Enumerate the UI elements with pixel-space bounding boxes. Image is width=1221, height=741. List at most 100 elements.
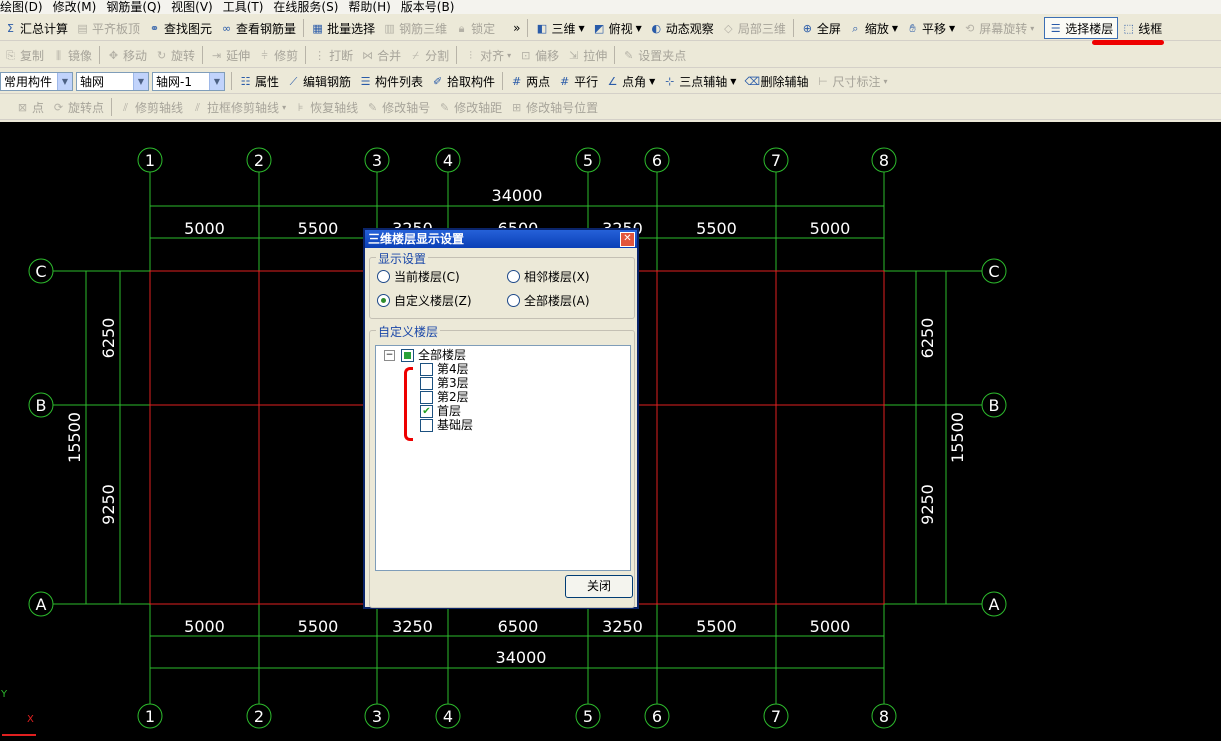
view-rebar-button[interactable]: ∞ 查看钢筋量 (216, 18, 300, 38)
axis-label-col: 5 (583, 151, 593, 170)
three-point-aux-button[interactable]: ⊹ 三点辅轴 ▼ (659, 71, 740, 91)
tree-root-all-floors[interactable]: − 全部楼层 (384, 348, 466, 362)
radio-adjacent-floor[interactable]: 相邻楼层(X) (507, 268, 590, 285)
top-view-button[interactable]: ◩ 俯视 ▼ (589, 18, 646, 38)
rebar-3d-button[interactable]: ▥ 钢筋三维 (379, 18, 451, 38)
floor-item-first[interactable]: ✔ 首层 (420, 404, 461, 418)
floor-item-foundation[interactable]: 基础层 (420, 418, 473, 432)
floor-checkbox-checked[interactable]: ✔ (420, 404, 433, 418)
view-3d-button[interactable]: ◧ 三维 ▼ (531, 18, 588, 38)
lock-icon: 🔒︎ (458, 21, 465, 35)
select-floor-button[interactable]: ☰ 选择楼层 (1044, 17, 1119, 39)
summary-button[interactable]: Σ 汇总计算 (0, 18, 72, 38)
menu-tools[interactable]: 工具(T) (223, 0, 264, 14)
rotate-point-button[interactable]: ⟳ 旋转点 (48, 97, 108, 117)
modify-axis-number-button[interactable]: ✎ 修改轴号 (362, 97, 434, 117)
screen-rotate-button[interactable]: ⟲ 屏幕旋转 ▾ (959, 18, 1038, 38)
move-button[interactable]: ✥ 移动 (103, 45, 151, 65)
floor-layers-icon: ☰ (1050, 21, 1061, 35)
floor-item-4[interactable]: 第4层 (420, 362, 469, 376)
set-grip-button[interactable]: ✎ 设置夹点 (618, 45, 690, 65)
menu-help[interactable]: 帮助(H) (348, 0, 390, 14)
floor-item-3[interactable]: 第3层 (420, 376, 469, 390)
floor-item-2[interactable]: 第2层 (420, 390, 469, 404)
copy-button[interactable]: ⎘ 复制 (0, 45, 48, 65)
collapse-icon[interactable]: − (384, 349, 395, 361)
menu-modify[interactable]: 修改(M) (53, 0, 97, 14)
menu-online[interactable]: 在线服务(S) (273, 0, 338, 14)
more-button[interactable]: » (509, 18, 524, 38)
restore-axis-button[interactable]: ⊧ 恢复轴线 (290, 97, 362, 117)
dimension-button[interactable]: ⊢ 尺寸标注 ▾ (812, 71, 891, 91)
extend-button[interactable]: ⇥ 延伸 (206, 45, 254, 65)
merge-icon: ⋈ (362, 48, 374, 62)
sigma-icon: Σ (7, 21, 14, 35)
point-button[interactable]: ⊠ 点 (12, 97, 48, 117)
menu-version[interactable]: 版本号(B) (401, 0, 455, 14)
dimension-total-bottom: 34000 (496, 648, 547, 667)
separator (792, 19, 794, 37)
axis-label-col: 3 (372, 151, 382, 170)
merge-button[interactable]: ⋈ 合并 (357, 45, 405, 65)
axis-label-row: A (989, 595, 1000, 614)
pan-button[interactable]: ✋︎ 平移 ▼ (902, 18, 959, 38)
floor-tree: − 全部楼层 第4层 第3层 第2层 ✔ 首层 基础层 (375, 345, 631, 571)
chevron-down-icon: ▾ (282, 102, 287, 112)
rotate-button[interactable]: ↻ 旋转 (151, 45, 199, 65)
radio-current-floor[interactable]: 当前楼层(C) (377, 268, 460, 285)
close-icon[interactable]: ✕ (620, 232, 635, 247)
component-type-select[interactable]: 常用构件 ▼ (0, 71, 73, 91)
local-3d-button[interactable]: ◇ 局部三维 (718, 18, 790, 38)
point-angle-button[interactable]: ∠ 点角 ▼ (602, 71, 659, 91)
separator (527, 19, 529, 37)
menu-view[interactable]: 视图(V) (171, 0, 213, 14)
component-select[interactable]: 轴网 ▼ (76, 71, 149, 91)
modify-axis-distance-button[interactable]: ✎ 修改轴距 (434, 97, 506, 117)
edit-icon: ✎ (367, 100, 378, 114)
axis-label-col: 1 (145, 151, 155, 170)
tree-root-checkbox[interactable] (401, 348, 414, 362)
mirror-button[interactable]: ⫼ 镜像 (48, 45, 96, 65)
close-button[interactable]: 关闭 (565, 575, 633, 598)
floor-checkbox[interactable] (420, 362, 433, 376)
delete-aux-button[interactable]: ⌫ 删除辅轴 (740, 71, 812, 91)
floor-checkbox[interactable] (420, 390, 433, 404)
radio-custom-floor[interactable]: 自定义楼层(Z) (377, 292, 472, 309)
box-trim-icon: ⫽ (195, 100, 200, 114)
floor-checkbox[interactable] (420, 376, 433, 390)
trim-axis-button[interactable]: ⫽ 修剪轴线 (115, 97, 187, 117)
flush-top-button[interactable]: ▤ 平齐板顶 (72, 18, 144, 38)
dimension-span-bottom: 3250 (392, 617, 433, 636)
chevron-down-icon: ▾ (1030, 23, 1035, 33)
edit-rebar-button[interactable]: ⟋ 编辑钢筋 (283, 71, 355, 91)
parallel-button[interactable]: # 平行 (554, 71, 602, 91)
separator (456, 46, 458, 64)
fullscreen-button[interactable]: ⊕ 全屏 (797, 18, 845, 38)
chevron-down-icon: ▼ (649, 76, 656, 86)
properties-button[interactable]: ☷ 属性 (235, 71, 283, 91)
dynamic-orbit-button[interactable]: ◐ 动态观察 (646, 18, 718, 38)
radio-all-floors[interactable]: 全部楼层(A) (507, 292, 590, 309)
lock-button[interactable]: 🔒︎ 锁定 (451, 18, 499, 38)
stretch-button[interactable]: ⇲ 拉伸 (563, 45, 611, 65)
menu-draw[interactable]: 绘图(D) (0, 0, 43, 14)
wireframe-button[interactable]: ⬚ 线框 (1118, 18, 1166, 38)
break-button[interactable]: ⋮ 打断 (309, 45, 357, 65)
pick-component-button[interactable]: ✐ 拾取构件 (427, 71, 499, 91)
split-button[interactable]: ⌿ 分割 (405, 45, 453, 65)
align-button[interactable]: ⫶ 对齐 ▾ (460, 45, 515, 65)
menu-rebar[interactable]: 钢筋量(Q) (106, 0, 161, 14)
dimension-span-left: 9250 (99, 484, 118, 525)
modify-axis-number-position-button[interactable]: ⊞ 修改轴号位置 (506, 97, 602, 117)
two-point-button[interactable]: # 两点 (506, 71, 554, 91)
offset-button[interactable]: ⊡ 偏移 (515, 45, 563, 65)
zoom-button[interactable]: ⌕ 缩放 ▼ (845, 18, 902, 38)
box-trim-axis-button[interactable]: ⫽ 拉框修剪轴线 ▾ (187, 97, 290, 117)
batch-select-button[interactable]: ▦ 批量选择 (307, 18, 379, 38)
floor-checkbox[interactable] (420, 418, 433, 432)
component-name-select[interactable]: 轴网-1 ▼ (152, 71, 225, 91)
component-list-button[interactable]: ☰ 构件列表 (355, 71, 427, 91)
trim-button[interactable]: ⫩ 修剪 (254, 45, 302, 65)
grip-icon: ✎ (624, 48, 634, 62)
find-element-button[interactable]: ⚭ 查找图元 (144, 18, 216, 38)
